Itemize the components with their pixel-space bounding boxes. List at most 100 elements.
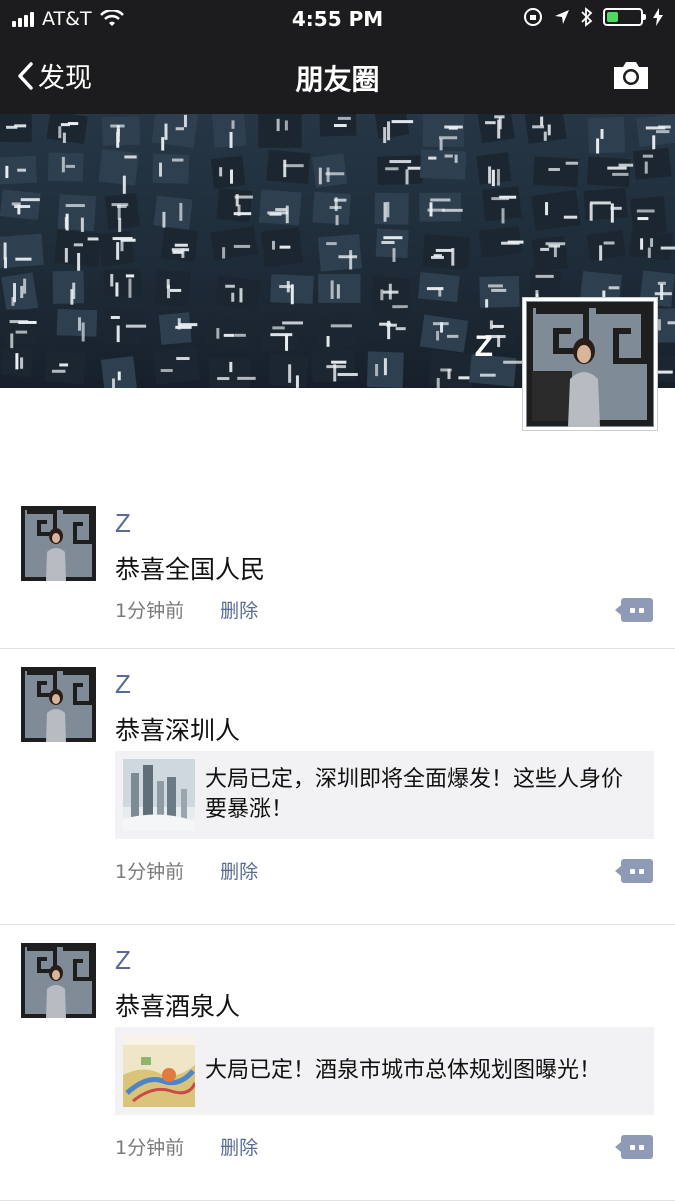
cover-glyph-stroke — [547, 124, 551, 136]
cover-glyph-stroke — [553, 245, 557, 258]
cover-glyph-stroke — [284, 120, 288, 131]
cover-glyph-stroke — [498, 117, 502, 130]
cover-glyph-stroke — [491, 324, 504, 328]
cover-glyph-stroke — [349, 250, 353, 270]
comment-button[interactable] — [615, 598, 653, 622]
cover-glyph-stroke — [77, 252, 81, 272]
cover-glyph-stroke — [494, 115, 505, 119]
city-plan-map-image — [123, 1035, 195, 1107]
cover-glyph-stroke — [388, 283, 392, 300]
cover-glyph-stroke — [20, 198, 40, 202]
cover-glyph-stroke — [225, 284, 235, 288]
cover-tile — [212, 114, 247, 148]
cover-glyph-stroke — [380, 289, 384, 301]
cover-glyph-stroke — [23, 278, 27, 294]
cover-glyph-stroke — [485, 299, 489, 308]
profile-avatar[interactable] — [522, 297, 658, 431]
cover-glyph-stroke — [272, 326, 285, 330]
cover-glyph-stroke — [17, 168, 26, 172]
delete-button[interactable]: 删除 — [220, 596, 258, 623]
cover-glyph-stroke — [171, 158, 184, 162]
camera-icon — [614, 62, 648, 89]
cover-glyph-stroke — [72, 282, 76, 300]
cover-glyph-stroke — [618, 163, 634, 167]
cover-tile — [103, 268, 142, 296]
cover-glyph-stroke — [326, 242, 337, 246]
camera-button[interactable] — [611, 58, 651, 96]
cover-tile — [630, 196, 667, 235]
cover-glyph-stroke — [589, 203, 593, 221]
cover-glyph-stroke — [318, 167, 322, 185]
cover-glyph-stroke — [383, 236, 403, 240]
cover-glyph-stroke — [326, 365, 346, 369]
cover-tile — [101, 116, 141, 146]
cover-tile — [531, 235, 569, 273]
cover-glyph-stroke — [563, 215, 578, 219]
cover-glyph-stroke — [660, 284, 664, 300]
comment-dot — [639, 1144, 644, 1150]
comment-button[interactable] — [615, 859, 653, 883]
cover-glyph-stroke — [112, 237, 133, 241]
cover-glyph-stroke — [65, 204, 85, 208]
cover-glyph-stroke — [11, 202, 21, 206]
orientation-lock-icon — [524, 8, 542, 26]
post-avatar[interactable] — [21, 667, 96, 742]
cover-glyph-stroke — [501, 208, 505, 224]
cover-glyph-stroke — [642, 154, 654, 158]
cover-glyph-stroke — [20, 285, 24, 299]
post-author-name[interactable]: Z — [115, 669, 131, 700]
cover-glyph-stroke — [386, 201, 390, 218]
cover-glyph-stroke — [407, 166, 421, 170]
cover-tile — [152, 153, 190, 184]
cover-glyph-stroke — [275, 208, 287, 212]
cover-tile — [533, 156, 579, 188]
cover-glyph-stroke — [178, 323, 198, 327]
cover-glyph-stroke — [650, 238, 654, 247]
cover-glyph-stroke — [115, 282, 119, 297]
cover-tile — [419, 149, 467, 180]
cover-tile — [258, 114, 302, 148]
cover-glyph-stroke — [267, 211, 289, 215]
post-avatar[interactable] — [21, 506, 96, 581]
cover-glyph-stroke — [540, 116, 544, 127]
cover-glyph-stroke — [15, 257, 32, 261]
cover-glyph-stroke — [337, 116, 351, 120]
cover-glyph-stroke — [62, 132, 66, 143]
delete-button[interactable]: 删除 — [220, 1133, 258, 1160]
cover-tile — [152, 345, 201, 385]
comment-button[interactable] — [615, 1135, 653, 1159]
cover-glyph-stroke — [565, 161, 579, 165]
cover-glyph-stroke — [603, 241, 615, 245]
post-avatar[interactable] — [21, 943, 96, 1018]
delete-button[interactable]: 删除 — [220, 857, 258, 884]
cover-glyph-stroke — [479, 373, 496, 377]
cover-glyph-stroke — [175, 325, 192, 329]
cover-tile — [261, 314, 298, 351]
cover-tile — [154, 269, 192, 307]
cover-glyph-stroke — [172, 250, 184, 254]
post-author-name[interactable]: Z — [115, 945, 131, 976]
cover-glyph-stroke — [645, 126, 666, 130]
cover-glyph-stroke — [330, 280, 334, 299]
shared-link-card[interactable]: 大局已定！酒泉市城市总体规划图曝光！ — [115, 1027, 654, 1115]
cover-tile — [45, 351, 86, 385]
status-right — [523, 7, 663, 27]
cover-glyph-stroke — [5, 165, 9, 179]
cover-tile — [317, 234, 362, 272]
avatar-image — [526, 301, 654, 427]
cover-glyph-stroke — [383, 202, 387, 222]
cover-glyph-stroke — [64, 217, 68, 229]
post-text: 恭喜深圳人 — [115, 716, 241, 745]
cover-tile — [151, 114, 199, 148]
post-author-name[interactable]: Z — [115, 508, 131, 539]
cover-glyph-stroke — [59, 363, 69, 367]
cover-tile — [377, 155, 423, 186]
cover-tile — [531, 190, 581, 231]
comment-dot — [639, 868, 644, 874]
moment-post: Z 恭喜深圳人 大局已定，深圳即将全面爆发！这些人身价要暴涨！ 1分钟前 删除 — [0, 649, 675, 925]
cover-glyph-stroke — [217, 377, 230, 381]
cover-tile — [205, 314, 253, 349]
shared-link-card[interactable]: 大局已定，深圳即将全面爆发！这些人身价要暴涨！ — [115, 751, 654, 839]
avatar-image — [21, 667, 96, 742]
cover-tile — [428, 349, 477, 388]
